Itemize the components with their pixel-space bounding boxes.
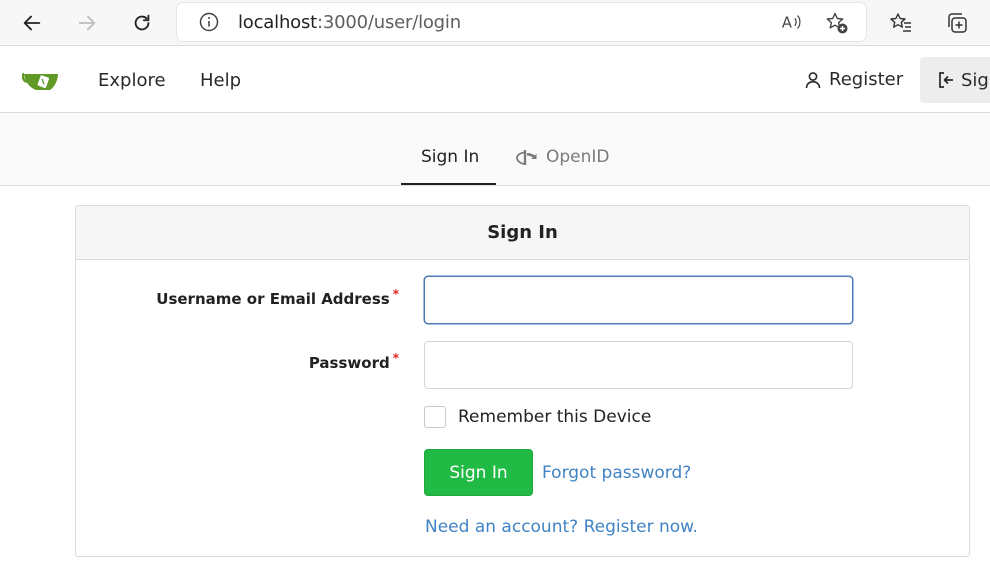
login-tabs: Sign In OpenID xyxy=(0,113,990,186)
site-navbar: Explore Help Register Sign xyxy=(0,47,990,113)
nav-register-label: Register xyxy=(829,69,904,90)
signin-form-card: Sign In Username or Email Address * Passw… xyxy=(75,205,970,557)
collections-icon xyxy=(948,13,967,33)
forward-arrow-icon xyxy=(78,15,96,31)
info-icon[interactable] xyxy=(199,12,219,32)
password-label: Password * xyxy=(308,351,399,372)
username-label: Username or Email Address * xyxy=(156,287,399,308)
browser-toolbar: localhost:3000/user/login A xyxy=(0,0,990,46)
tab-openid[interactable]: OpenID xyxy=(516,147,610,167)
forgot-password-link[interactable]: Forgot password? xyxy=(542,463,691,483)
address-bar[interactable]: localhost:3000/user/login A xyxy=(177,3,866,41)
remember-device-label[interactable]: Remember this Device xyxy=(458,407,651,427)
svg-text:A: A xyxy=(782,15,792,32)
read-aloud-icon[interactable]: A xyxy=(781,11,803,33)
url-text[interactable]: localhost:3000/user/login xyxy=(238,12,461,33)
form-title: Sign In xyxy=(76,206,969,260)
nav-explore-link[interactable]: Explore xyxy=(98,70,166,91)
add-favorite-icon[interactable] xyxy=(825,11,849,35)
remember-device-checkbox[interactable] xyxy=(424,406,446,428)
gitea-logo[interactable] xyxy=(22,68,60,94)
url-path: :3000/user/login xyxy=(317,12,461,33)
register-now-link[interactable]: Need an account? Register now. xyxy=(425,517,698,537)
nav-help-link[interactable]: Help xyxy=(200,70,241,91)
password-label-text: Password xyxy=(308,354,390,372)
username-label-text: Username or Email Address xyxy=(156,290,390,308)
required-mark: * xyxy=(392,351,399,365)
nav-register-link[interactable]: Register xyxy=(804,69,903,90)
active-tab-indicator xyxy=(401,183,496,185)
refresh-button[interactable] xyxy=(125,6,159,40)
password-input[interactable] xyxy=(424,341,853,389)
favorites-button[interactable] xyxy=(886,8,916,38)
tab-openid-label: OpenID xyxy=(546,147,610,167)
user-icon xyxy=(805,71,821,88)
favorites-icon xyxy=(890,13,911,32)
signin-submit-button[interactable]: Sign In xyxy=(424,449,533,496)
remember-device-row[interactable]: Remember this Device xyxy=(424,406,651,428)
forward-button[interactable] xyxy=(70,6,104,40)
required-mark: * xyxy=(392,287,399,301)
sign-in-icon xyxy=(939,72,953,88)
username-input[interactable] xyxy=(424,276,853,324)
tab-signin[interactable]: Sign In xyxy=(421,147,479,167)
back-arrow-icon xyxy=(23,15,41,31)
refresh-icon xyxy=(134,14,150,31)
openid-icon xyxy=(516,150,537,165)
url-host: localhost xyxy=(238,12,317,33)
collections-button[interactable] xyxy=(942,8,972,38)
nav-signin-label: Sign xyxy=(961,69,990,91)
nav-signin-button[interactable]: Sign xyxy=(920,57,990,103)
back-button[interactable] xyxy=(15,6,49,40)
